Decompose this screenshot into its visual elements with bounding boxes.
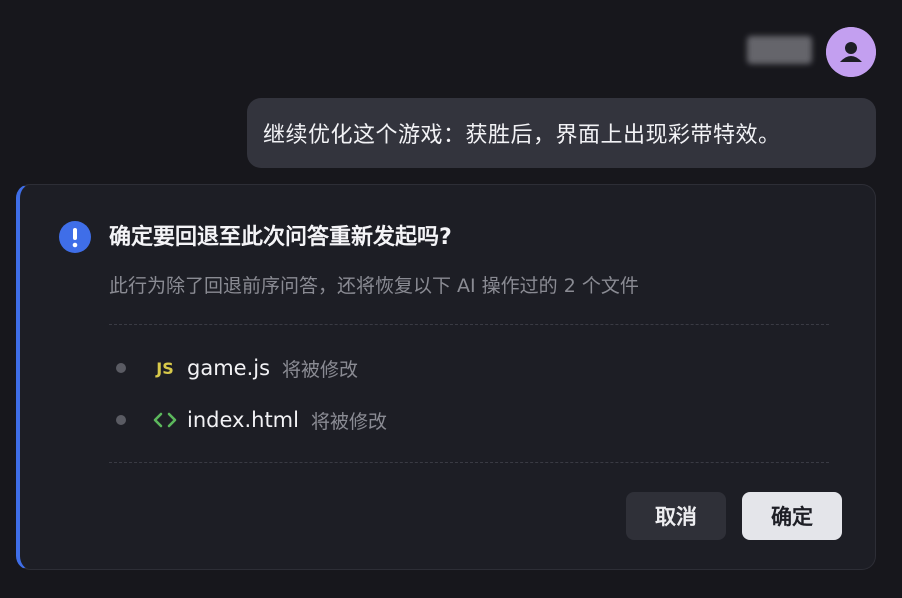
avatar[interactable] [826, 27, 876, 77]
bullet-icon [116, 363, 126, 373]
user-message-bubble: 继续优化这个游戏：获胜后，界面上出现彩带特效。 [247, 98, 876, 168]
cancel-button[interactable]: 取消 [626, 492, 726, 540]
exclamation-circle-icon [59, 221, 91, 253]
dialog-description: 此行为除了回退前序问答，还将恢复以下 AI 操作过的 2 个文件 [109, 275, 639, 297]
user-icon [826, 27, 876, 77]
list-item: index.html 将被修改 [116, 403, 816, 437]
divider [109, 324, 829, 325]
dialog-title: 确定要回退至此次问答重新发起吗? [109, 225, 452, 250]
confirm-button[interactable]: 确定 [742, 492, 842, 540]
file-status: 将被修改 [310, 410, 387, 433]
user-message-text: 继续优化这个游戏：获胜后，界面上出现彩带特效。 [263, 123, 781, 148]
js-file-icon: JS [156, 358, 174, 378]
list-item: JS game.js 将被修改 [116, 351, 816, 385]
file-name: game.js [187, 356, 271, 380]
chat-page: 继续优化这个游戏：获胜后，界面上出现彩带特效。 确定要回退至此次问答重新发起吗?… [0, 0, 902, 598]
file-name: index.html [187, 408, 299, 432]
username-blurred [747, 36, 812, 64]
rollback-confirm-dialog: 确定要回退至此次问答重新发起吗? 此行为除了回退前序问答，还将恢复以下 AI 操… [16, 184, 876, 570]
affected-file-list: JS game.js 将被修改 index.html 将被修改 [116, 351, 816, 455]
file-status: 将被修改 [282, 358, 359, 381]
divider [109, 462, 829, 463]
bullet-icon [116, 415, 126, 425]
html-code-icon [151, 408, 179, 432]
